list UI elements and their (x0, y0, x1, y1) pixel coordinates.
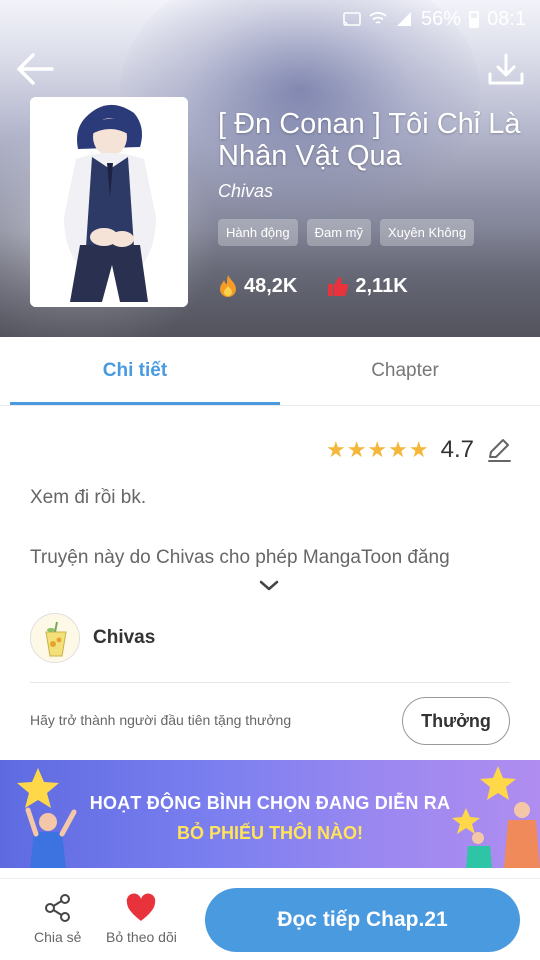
edit-rating-icon[interactable] (486, 437, 512, 463)
back-arrow-icon[interactable] (14, 48, 56, 90)
divider (30, 682, 510, 683)
clock: 08:1 (487, 7, 526, 30)
views-stat: 48,2K (218, 274, 297, 298)
stats-row: 48,2K 2,11K (218, 274, 438, 298)
tab-bar: Chi tiết Chapter (0, 337, 540, 406)
tab-chapters[interactable]: Chapter (270, 337, 540, 405)
star-icon: ★ (367, 437, 388, 462)
vote-event-banner[interactable]: HOẠT ĐỘNG BÌNH CHỌN ĐANG DIỄN RA BỎ PHIẾ… (0, 760, 540, 868)
likes-count: 2,11K (355, 274, 408, 297)
views-count: 48,2K (244, 274, 298, 297)
reward-button[interactable]: Thưởng (402, 697, 510, 745)
rating-stars: ★ ★ ★ ★ ★ (326, 439, 429, 461)
fire-icon (220, 275, 236, 297)
reward-prompt: Hãy trở thành người đầu tiên tặng thưởng (30, 712, 292, 728)
banner-decoration (17, 766, 540, 868)
tag-transmigration[interactable]: Xuyên Không (380, 219, 475, 246)
share-button[interactable]: Chia sẻ (34, 893, 81, 945)
rating-row: ★ ★ ★ ★ ★ 4.7 (326, 436, 512, 464)
avatar[interactable] (30, 613, 80, 663)
status-bar: 56% 08:1 (0, 0, 540, 38)
tag-action[interactable]: Hành động (218, 219, 298, 246)
tab-details[interactable]: Chi tiết (0, 337, 280, 405)
cast-icon (343, 12, 361, 26)
cover-image[interactable] (30, 97, 188, 307)
thumbs-up-icon (328, 277, 349, 296)
likes-stat: 2,11K (327, 274, 408, 298)
tag-bl[interactable]: Đam mỹ (306, 219, 372, 246)
download-icon[interactable] (486, 50, 526, 90)
battery-percent: 56% (421, 7, 462, 30)
signal-icon (397, 12, 412, 26)
star-icon: ★ (388, 437, 408, 462)
description-line-1: Xem đi rồi bk. (30, 487, 147, 508)
manga-author[interactable]: Chivas (218, 181, 273, 202)
wifi-icon (369, 12, 387, 24)
bottom-action-bar: Chia sẻ Bỏ theo dõi Đọc tiếp Chap.21 (0, 878, 540, 960)
manga-header: 56% 08:1 [ Đn Conan ] Tôi Chỉ Là Nhân Vậ… (0, 0, 540, 337)
description-line-2: Truyện này do Chivas cho phép MangaToon … (30, 547, 450, 568)
continue-reading-button[interactable]: Đọc tiếp Chap.21 (205, 888, 520, 952)
cover-illustration (30, 97, 188, 307)
chevron-down-icon[interactable] (258, 574, 280, 596)
heart-icon (127, 893, 156, 921)
tag-list: Hành động Đam mỹ Xuyên Không (218, 219, 475, 246)
banner-subtitle: BỎ PHIẾU THÔI NÀO! (176, 823, 363, 843)
author-avatar-image (31, 614, 79, 662)
star-icon: ★ (325, 437, 346, 462)
author-row[interactable]: Chivas (30, 613, 155, 663)
battery-icon (469, 10, 480, 28)
share-label: Chia sẻ (34, 929, 82, 945)
author-name[interactable]: Chivas (93, 627, 155, 649)
share-icon (44, 894, 70, 922)
manga-title: [ Đn Conan ] Tôi Chỉ Là Nhân Vật Qua (218, 108, 521, 172)
star-icon: ★ (346, 437, 367, 462)
star-icon: ★ (408, 437, 429, 462)
rating-value: 4.7 (440, 436, 474, 463)
banner-title: HOẠT ĐỘNG BÌNH CHỌN ĐANG DIỄN RA (89, 793, 451, 813)
unfollow-label: Bỏ theo dõi (106, 929, 177, 945)
unfollow-button[interactable]: Bỏ theo dõi (106, 893, 177, 945)
